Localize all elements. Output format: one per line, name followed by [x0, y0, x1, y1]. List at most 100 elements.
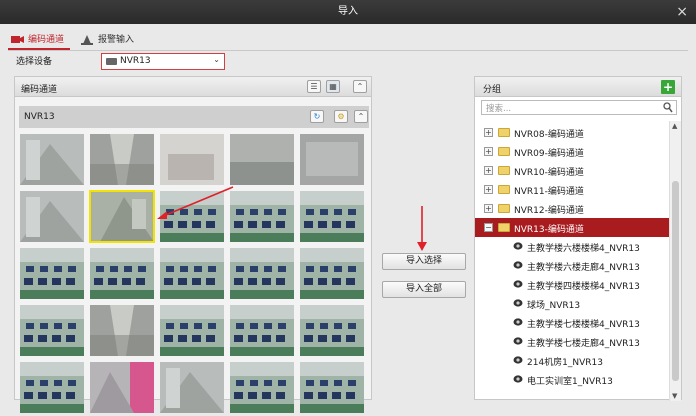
tree-group-item[interactable]: + NVR11-编码通道	[475, 180, 669, 199]
device-select[interactable]: NVR13 ⌄	[101, 53, 225, 70]
tree-group-label: NVR09-编码通道	[514, 149, 584, 159]
import-selected-button[interactable]: 导入选择	[382, 253, 466, 270]
camera-icon	[513, 337, 523, 345]
channel-thumbnail[interactable]	[90, 248, 154, 299]
channel-thumbnail[interactable]	[20, 248, 84, 299]
expand-node-icon[interactable]: +	[484, 128, 493, 137]
tree-channel-label: 球场_NVR13	[527, 301, 581, 311]
tree-group-item[interactable]: + NVR09-编码通道	[475, 142, 669, 161]
channel-thumbnail[interactable]	[230, 191, 294, 242]
tab-label: 编码通道	[28, 35, 65, 45]
tree-channel-item[interactable]: 球场_NVR13	[475, 294, 669, 313]
tree-group-label: NVR13-编码通道	[514, 225, 584, 235]
search-icon[interactable]	[663, 102, 673, 113]
channel-thumbnail[interactable]	[20, 191, 84, 242]
window-title: 导入	[338, 6, 358, 17]
collapse-group-icon[interactable]: ⌃	[354, 110, 368, 123]
tree-group-item[interactable]: + NVR12-编码通道	[475, 199, 669, 218]
tree-channel-label: 214机房1_NVR13	[527, 358, 603, 368]
expand-node-icon[interactable]: +	[484, 166, 493, 175]
scroll-down-icon[interactable]: ▼	[672, 392, 677, 400]
settings-icon[interactable]: ⚙	[334, 110, 348, 123]
channel-thumbnail[interactable]	[90, 305, 154, 356]
folder-icon	[498, 128, 510, 137]
folder-icon	[498, 185, 510, 194]
tree-group-label: NVR08-编码通道	[514, 130, 584, 140]
camera-icon	[513, 261, 523, 269]
tree-channel-item[interactable]: 主教学楼六楼走廊4_NVR13	[475, 256, 669, 275]
tree-channel-item[interactable]: 主教学楼七楼楼梯4_NVR13	[475, 313, 669, 332]
collapse-node-icon[interactable]: −	[484, 223, 493, 232]
list-view-icon[interactable]: ☰	[307, 80, 321, 93]
tree-group-item[interactable]: + NVR08-编码通道	[475, 123, 669, 142]
tree-channel-item[interactable]: 主教学楼七楼走廊4_NVR13	[475, 332, 669, 351]
expand-node-icon[interactable]: +	[484, 204, 493, 213]
channel-panel-title: 编码通道	[21, 85, 58, 95]
channel-thumbnail[interactable]	[230, 305, 294, 356]
device-select-value: NVR13	[120, 56, 151, 66]
channel-thumbnail[interactable]	[20, 305, 84, 356]
tree-channel-label: 主教学楼四楼楼梯4_NVR13	[527, 282, 640, 292]
tree-channel-item[interactable]: 电工实训室1_NVR13	[475, 370, 669, 389]
camera-icon	[513, 242, 523, 250]
add-icon[interactable]: +	[661, 80, 675, 94]
camera-icon	[513, 356, 523, 364]
tab-encoding-channel[interactable]: 编码通道	[8, 30, 70, 50]
device-label: 选择设备	[16, 57, 53, 67]
channel-thumbnail[interactable]	[300, 191, 364, 242]
camera-icon	[513, 280, 523, 288]
channel-thumbnail[interactable]	[300, 305, 364, 356]
channel-thumbnail[interactable]	[230, 134, 294, 185]
scroll-up-icon[interactable]: ▲	[672, 122, 677, 130]
search-placeholder: 搜索...	[486, 104, 512, 114]
channel-thumbnail[interactable]	[230, 248, 294, 299]
channel-thumbnail[interactable]	[90, 134, 154, 185]
folder-icon	[498, 166, 510, 175]
channel-thumbnail[interactable]	[300, 134, 364, 185]
tree-channel-label: 主教学楼六楼走廊4_NVR13	[527, 263, 640, 273]
camera-icon	[513, 375, 523, 383]
channel-thumbnail[interactable]	[90, 362, 154, 413]
nvr-icon	[106, 58, 117, 65]
annotation-arrow-left	[157, 186, 234, 219]
expand-node-icon[interactable]: +	[484, 147, 493, 156]
import-all-button[interactable]: 导入全部	[382, 281, 466, 298]
scrollbar-thumb[interactable]	[672, 181, 679, 381]
group-panel-title: 分组	[483, 85, 502, 95]
grid-view-icon[interactable]: ▦	[326, 80, 340, 93]
tree-channel-label: 主教学楼六楼楼梯4_NVR13	[527, 244, 640, 254]
expand-node-icon[interactable]: +	[484, 185, 493, 194]
channel-thumbnail[interactable]	[300, 362, 364, 413]
channel-thumbnail[interactable]	[160, 362, 224, 413]
close-icon[interactable]: ×	[676, 0, 688, 24]
channel-thumbnail[interactable]	[300, 248, 364, 299]
tree-scrollbar[interactable]: ▲ ▼	[669, 121, 681, 401]
tree-channel-item[interactable]: 主教学楼四楼楼梯4_NVR13	[475, 275, 669, 294]
collapse-icon[interactable]: ⌃	[353, 80, 367, 93]
channel-thumbnail[interactable]	[160, 248, 224, 299]
tree-group-item[interactable]: − NVR13-编码通道	[475, 218, 669, 237]
channel-panel: 编码通道 ☰ ▦ ⌃ NVR13 ↻ ⚙ ⌃	[14, 76, 372, 413]
channel-thumbnail[interactable]	[230, 362, 294, 413]
group-panel: 分组 + 搜索... + NVR08-编码通道 + NVR09-编码通道 + NVR10-…	[474, 76, 682, 401]
annotation-arrow-down	[417, 206, 427, 251]
tree-group-label: NVR12-编码通道	[514, 206, 584, 216]
tree-channel-item[interactable]: 主教学楼六楼楼梯4_NVR13	[475, 237, 669, 256]
channel-thumbnail[interactable]	[89, 190, 155, 243]
tree-group-item[interactable]: + NVR10-编码通道	[475, 161, 669, 180]
folder-icon	[498, 147, 510, 156]
tab-alarm-input[interactable]: 报警输入	[78, 30, 138, 50]
camera-icon	[513, 299, 523, 307]
divider	[8, 50, 688, 51]
channel-thumbnail[interactable]	[160, 305, 224, 356]
channel-thumbnail[interactable]	[20, 362, 84, 413]
tree-group-label: NVR10-编码通道	[514, 168, 584, 178]
tree-channel-item[interactable]: 214机房1_NVR13	[475, 351, 669, 370]
window-titlebar: 导入 ×	[0, 0, 696, 24]
search-input[interactable]: 搜索...	[481, 100, 677, 115]
chevron-down-icon[interactable]: ⌄	[213, 55, 220, 64]
refresh-icon[interactable]: ↻	[310, 110, 324, 123]
channel-thumbnail[interactable]	[20, 134, 84, 185]
tree-channel-label: 主教学楼七楼走廊4_NVR13	[527, 339, 640, 349]
camera-icon	[11, 36, 24, 43]
